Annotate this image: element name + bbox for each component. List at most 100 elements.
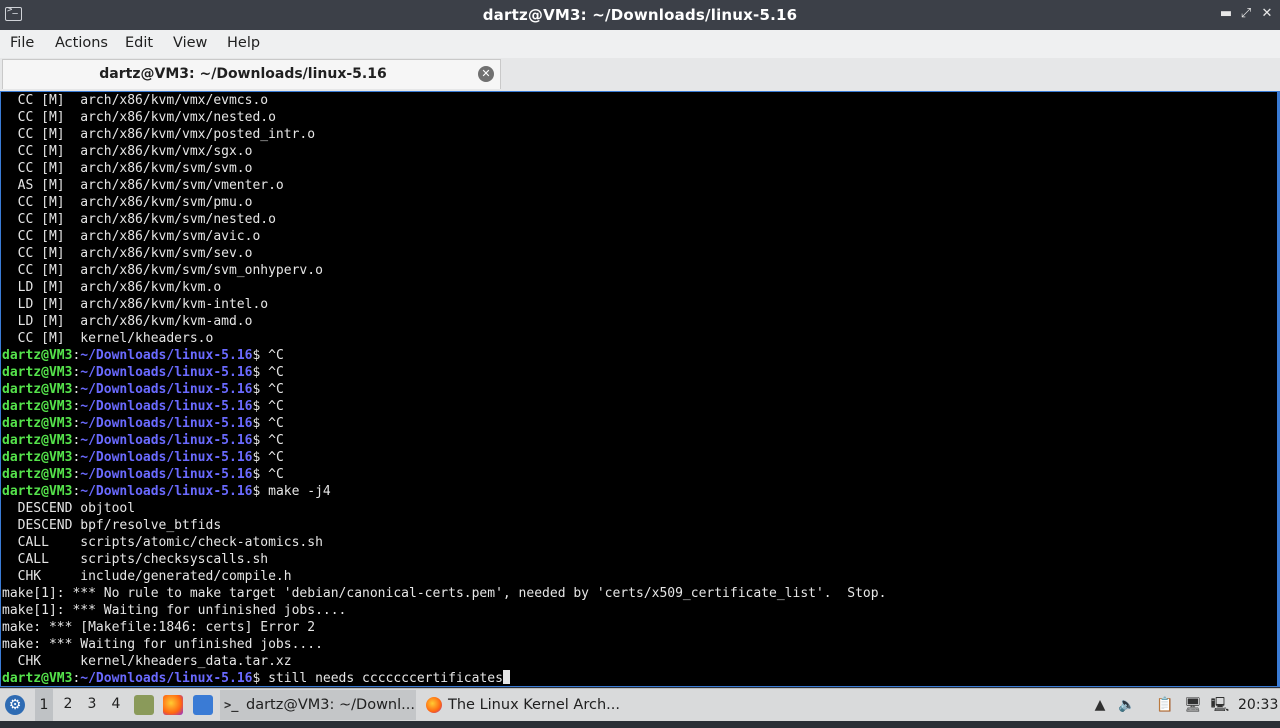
terminal-prompt-line: dartz@VM3:~/Downloads/linux-5.16$ still … bbox=[2, 670, 1272, 686]
terminal-output-line: CC [M] arch/x86/kvm/svm/pmu.o bbox=[2, 195, 253, 210]
prompt-command: $ ^C bbox=[252, 416, 284, 431]
prompt-path: ~/Downloads/linux-5.16 bbox=[80, 433, 253, 448]
terminal-prompt-line: dartz@VM3:~/Downloads/linux-5.16$ make -… bbox=[2, 483, 1272, 500]
text-cursor bbox=[502, 670, 510, 684]
task-terminal[interactable]: >_ dartz@VM3: ~/Downl... bbox=[220, 690, 416, 720]
prompt-user: dartz@VM3 bbox=[2, 433, 73, 448]
prompt-user: dartz@VM3 bbox=[2, 382, 73, 397]
prompt-command: $ ^C bbox=[252, 399, 284, 414]
terminal-output-line: CC [M] arch/x86/kvm/vmx/evmcs.o bbox=[2, 93, 269, 108]
terminal-prompt-line: dartz@VM3:~/Downloads/linux-5.16$ ^C bbox=[2, 432, 1272, 449]
prompt-user: dartz@VM3 bbox=[2, 484, 73, 499]
terminal-output-line: CALL scripts/checksyscalls.sh bbox=[2, 552, 269, 567]
prompt-user: dartz@VM3 bbox=[2, 467, 73, 482]
tray-up-arrow-icon[interactable]: ▲ bbox=[1090, 695, 1110, 715]
prompt-user: dartz@VM3 bbox=[2, 671, 73, 686]
minimize-button[interactable]: ▬ bbox=[1217, 5, 1235, 23]
prompt-command: $ make -j4 bbox=[252, 484, 331, 499]
prompt-command: $ ^C bbox=[252, 467, 284, 482]
task-firefox-label: The Linux Kernel Arch... bbox=[448, 697, 620, 713]
menu-help[interactable]: Help bbox=[227, 35, 260, 51]
clock[interactable]: 20:33 bbox=[1238, 689, 1278, 721]
prompt-command: $ ^C bbox=[252, 348, 284, 363]
terminal-prompt-line: dartz@VM3:~/Downloads/linux-5.16$ ^C bbox=[2, 347, 1272, 364]
terminal-output-line: CHK include/generated/compile.h bbox=[2, 569, 292, 584]
terminal-output-line: DESCEND bpf/resolve_btfids bbox=[2, 518, 222, 533]
prompt-path: ~/Downloads/linux-5.16 bbox=[80, 484, 253, 499]
terminal-output-line: make[1]: *** Waiting for unfinished jobs… bbox=[2, 603, 347, 618]
desktop-icon[interactable] bbox=[193, 695, 213, 715]
tab-close-icon[interactable]: ✕ bbox=[478, 66, 494, 82]
task-terminal-label: dartz@VM3: ~/Downl... bbox=[246, 697, 415, 713]
network-icon[interactable]: 🖥 bbox=[1183, 695, 1203, 715]
tab-bar: dartz@VM3: ~/Downloads/linux-5.16 ✕ bbox=[0, 58, 1280, 91]
menu-edit[interactable]: Edit bbox=[125, 35, 153, 51]
taskbar: ⚙ 1 2 3 4 >_ dartz@VM3: ~/Downl... The L… bbox=[0, 688, 1280, 721]
prompt-path: ~/Downloads/linux-5.16 bbox=[80, 365, 253, 380]
terminal-output-line: LD [M] arch/x86/kvm/kvm-amd.o bbox=[2, 314, 253, 329]
prompt-path: ~/Downloads/linux-5.16 bbox=[80, 382, 253, 397]
terminal-output-line: CC [M] arch/x86/kvm/vmx/sgx.o bbox=[2, 144, 253, 159]
prompt-user: dartz@VM3 bbox=[2, 348, 73, 363]
prompt-user: dartz@VM3 bbox=[2, 399, 73, 414]
start-menu-icon[interactable]: ⚙ bbox=[5, 695, 25, 715]
prompt-user: dartz@VM3 bbox=[2, 416, 73, 431]
terminal-output-line: CC [M] arch/x86/kvm/svm/sev.o bbox=[2, 246, 253, 261]
prompt-path: ~/Downloads/linux-5.16 bbox=[80, 671, 253, 686]
terminal-tab[interactable]: dartz@VM3: ~/Downloads/linux-5.16 ✕ bbox=[2, 59, 501, 89]
terminal-prompt-line: dartz@VM3:~/Downloads/linux-5.16$ ^C bbox=[2, 415, 1272, 432]
terminal-prompt-line: dartz@VM3:~/Downloads/linux-5.16$ ^C bbox=[2, 398, 1272, 415]
workspace-3[interactable]: 3 bbox=[83, 696, 101, 728]
workspace-4[interactable]: 4 bbox=[107, 696, 125, 728]
menu-bar: File Actions Edit View Help bbox=[0, 30, 1280, 59]
terminal-output-line: CC [M] arch/x86/kvm/vmx/nested.o bbox=[2, 110, 276, 125]
terminal-output-line: AS [M] arch/x86/kvm/svm/vmenter.o bbox=[2, 178, 284, 193]
terminal-output-line: CC [M] arch/x86/kvm/vmx/posted_intr.o bbox=[2, 127, 316, 142]
prompt-path: ~/Downloads/linux-5.16 bbox=[80, 348, 253, 363]
terminal-output-line: LD [M] arch/x86/kvm/kvm-intel.o bbox=[2, 297, 269, 312]
terminal-output-line: make: *** [Makefile:1846: certs] Error 2 bbox=[2, 620, 316, 635]
prompt-command: $ ^C bbox=[252, 450, 284, 465]
terminal-output-line: CC [M] arch/x86/kvm/svm/svm_onhyperv.o bbox=[2, 263, 323, 278]
maximize-button[interactable]: ⤢ bbox=[1237, 5, 1255, 23]
terminal-prompt-line: dartz@VM3:~/Downloads/linux-5.16$ ^C bbox=[2, 449, 1272, 466]
terminal-output[interactable]: CC [M] arch/x86/kvm/vmx/evmcs.o CC [M] a… bbox=[0, 91, 1278, 687]
menu-file[interactable]: File bbox=[10, 35, 34, 51]
prompt-path: ~/Downloads/linux-5.16 bbox=[80, 450, 253, 465]
firefox-icon[interactable] bbox=[163, 695, 183, 715]
prompt-command: $ still needs cccccccertificates bbox=[252, 671, 503, 686]
menu-actions[interactable]: Actions bbox=[55, 35, 108, 51]
prompt-command: $ ^C bbox=[252, 433, 284, 448]
prompt-user: dartz@VM3 bbox=[2, 450, 73, 465]
terminal-output-line: LD [M] arch/x86/kvm/kvm.o bbox=[2, 280, 222, 295]
terminal-output-line: CC [M] arch/x86/kvm/svm/nested.o bbox=[2, 212, 276, 227]
close-button[interactable]: ✕ bbox=[1258, 5, 1276, 23]
terminal-output-line: CHK kernel/kheaders_data.tar.xz bbox=[2, 654, 292, 669]
menu-view[interactable]: View bbox=[173, 35, 207, 51]
terminal-output-line: CC [M] kernel/kheaders.o bbox=[2, 331, 214, 346]
file-manager-icon[interactable] bbox=[134, 695, 154, 715]
update-icon[interactable]: 🖳 bbox=[1210, 695, 1230, 715]
window-title: dartz@VM3: ~/Downloads/linux-5.16 bbox=[482, 6, 798, 24]
workspace-2[interactable]: 2 bbox=[59, 696, 77, 728]
workspace-1[interactable]: 1 bbox=[35, 689, 53, 721]
terminal-output-line: CALL scripts/atomic/check-atomics.sh bbox=[2, 535, 323, 550]
terminal-prompt-line: dartz@VM3:~/Downloads/linux-5.16$ ^C bbox=[2, 381, 1272, 398]
terminal-output-line: DESCEND objtool bbox=[2, 501, 136, 516]
firefox-icon bbox=[426, 697, 442, 713]
clipboard-icon[interactable]: 📋 bbox=[1155, 695, 1175, 715]
window-titlebar: dartz@VM3: ~/Downloads/linux-5.16 ▬ ⤢ ✕ bbox=[0, 0, 1280, 30]
prompt-path: ~/Downloads/linux-5.16 bbox=[80, 399, 253, 414]
prompt-path: ~/Downloads/linux-5.16 bbox=[80, 467, 253, 482]
prompt-user: dartz@VM3 bbox=[2, 365, 73, 380]
terminal-prompt-line: dartz@VM3:~/Downloads/linux-5.16$ ^C bbox=[2, 466, 1272, 483]
terminal-prompt-line: dartz@VM3:~/Downloads/linux-5.16$ ^C bbox=[2, 364, 1272, 381]
terminal-output-line: make[1]: *** No rule to make target 'deb… bbox=[2, 586, 887, 601]
task-firefox[interactable]: The Linux Kernel Arch... bbox=[422, 690, 622, 720]
terminal-lines: CC [M] arch/x86/kvm/vmx/evmcs.o CC [M] a… bbox=[2, 92, 1272, 686]
terminal-output-line: make: *** Waiting for unfinished jobs...… bbox=[2, 637, 323, 652]
prompt-command: $ ^C bbox=[252, 382, 284, 397]
tab-label: dartz@VM3: ~/Downloads/linux-5.16 bbox=[99, 66, 387, 82]
volume-icon[interactable]: 🔈 bbox=[1117, 695, 1137, 715]
terminal-icon: >_ bbox=[224, 698, 239, 712]
